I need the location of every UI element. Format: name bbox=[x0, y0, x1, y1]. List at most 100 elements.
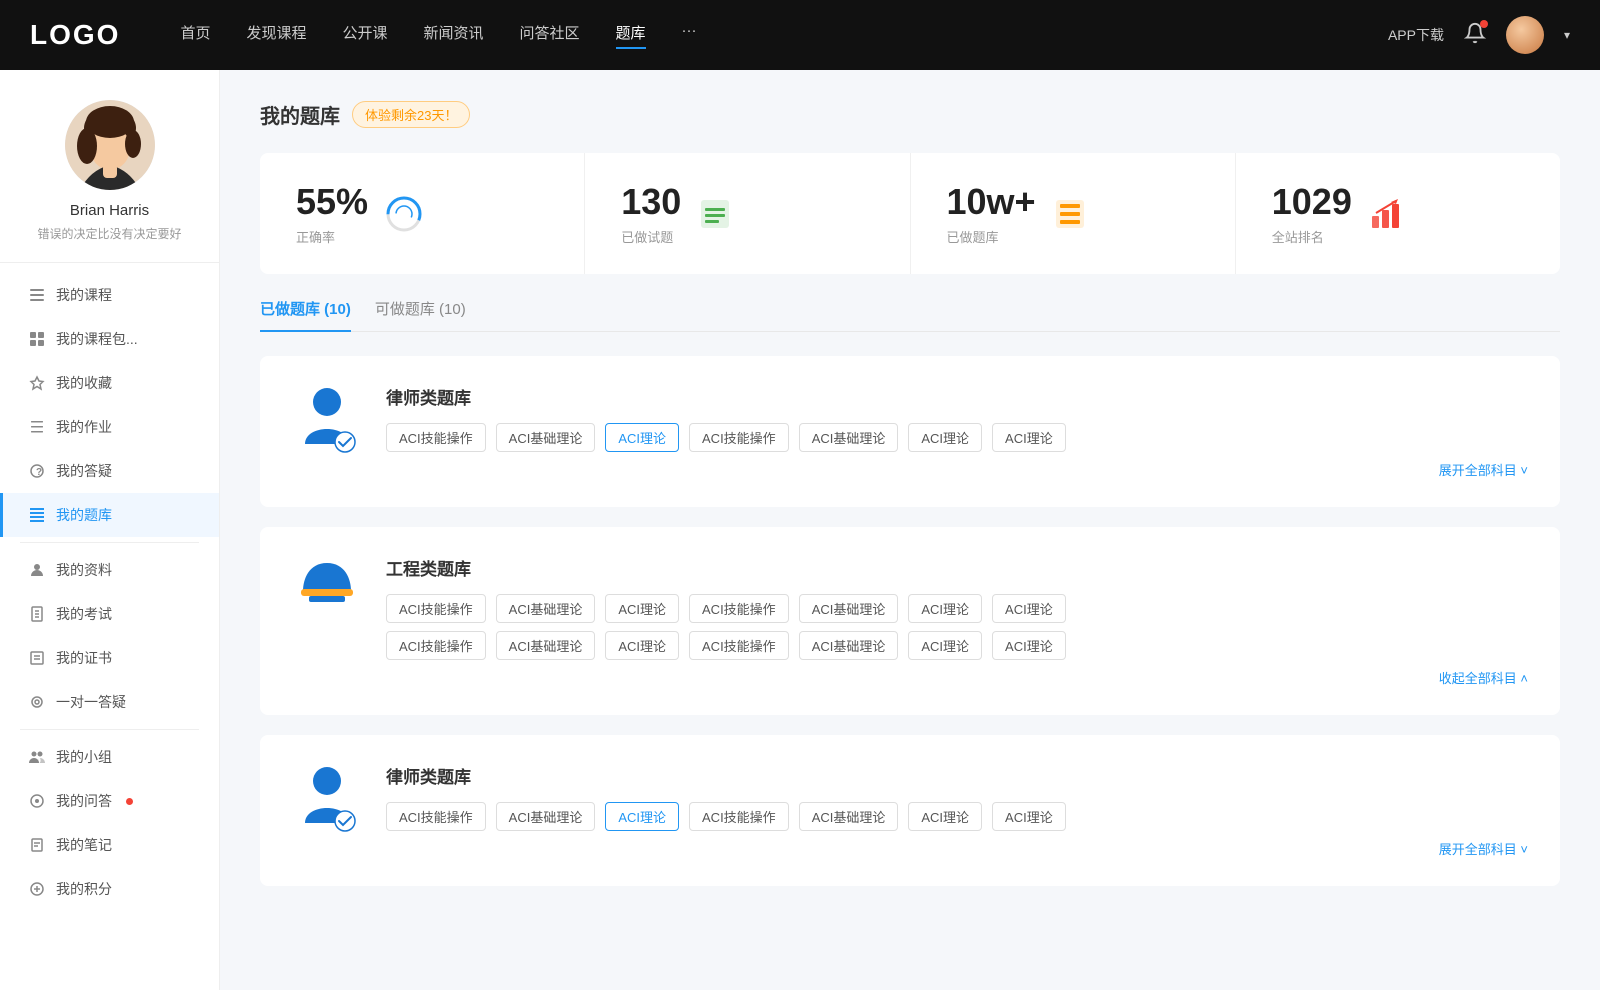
user-avatar[interactable] bbox=[1506, 16, 1544, 54]
sidebar-divider-1 bbox=[20, 542, 199, 543]
qbank-body-1: 律师类题库 ACI技能操作 ACI基础理论 ACI理论 ACI技能操作 ACI基… bbox=[386, 384, 1528, 479]
tag-1-6[interactable]: ACI理论 bbox=[992, 423, 1066, 452]
user-menu-chevron[interactable]: ▾ bbox=[1564, 28, 1570, 42]
sidebar-item-favorites[interactable]: 我的收藏 bbox=[0, 361, 219, 405]
sidebar-item-oneonone[interactable]: 一对一答疑 bbox=[0, 680, 219, 724]
qbank-title-3: 律师类题库 bbox=[386, 763, 1528, 788]
tag-3-1[interactable]: ACI基础理论 bbox=[496, 802, 596, 831]
tag-1-5[interactable]: ACI理论 bbox=[908, 423, 982, 452]
tag-1-0[interactable]: ACI技能操作 bbox=[386, 423, 486, 452]
sidebar-profile-label: 我的资料 bbox=[56, 560, 112, 580]
banks-done-icon bbox=[1052, 196, 1088, 232]
nav-qa[interactable]: 问答社区 bbox=[520, 22, 580, 49]
qbank-card-1: 律师类题库 ACI技能操作 ACI基础理论 ACI理论 ACI技能操作 ACI基… bbox=[260, 356, 1560, 507]
tag-2-r2-4[interactable]: ACI基础理论 bbox=[799, 631, 899, 660]
stat-accuracy-label: 正确率 bbox=[296, 227, 368, 246]
expand-link-3[interactable]: 展开全部科目 ˅ bbox=[386, 839, 1528, 858]
tab-done[interactable]: 已做题库 (10) bbox=[260, 298, 351, 331]
sidebar-item-qbank[interactable]: 我的题库 bbox=[0, 493, 219, 537]
qbank-card-2: 工程类题库 ACI技能操作 ACI基础理论 ACI理论 ACI技能操作 ACI基… bbox=[260, 527, 1560, 715]
stat-accuracy-content: 55% 正确率 bbox=[296, 181, 368, 246]
stat-ranking-label: 全站排名 bbox=[1272, 227, 1352, 246]
tab-available[interactable]: 可做题库 (10) bbox=[375, 298, 466, 331]
notification-dot bbox=[1480, 20, 1488, 28]
sidebar-exam-label: 我的考试 bbox=[56, 604, 112, 624]
tag-2-r1-5[interactable]: ACI理论 bbox=[908, 594, 982, 623]
stat-questions-done-label: 已做试题 bbox=[621, 227, 681, 246]
logo: LOGO bbox=[30, 19, 120, 51]
tag-3-2[interactable]: ACI理论 bbox=[605, 802, 679, 831]
tag-2-r1-1[interactable]: ACI基础理论 bbox=[496, 594, 596, 623]
main-layout: Brian Harris 错误的决定比没有决定要好 我的课程 我的课程包... bbox=[0, 70, 1600, 990]
nav-qbank[interactable]: 题库 bbox=[616, 22, 646, 49]
sidebar-item-myq[interactable]: 我的问答 bbox=[0, 779, 219, 823]
nav-discover[interactable]: 发现课程 bbox=[246, 22, 306, 49]
stat-banks-done: 10w+ 已做题库 bbox=[911, 153, 1236, 274]
tag-2-r2-1[interactable]: ACI基础理论 bbox=[496, 631, 596, 660]
sidebar-item-cert[interactable]: 我的证书 bbox=[0, 636, 219, 680]
tag-1-2[interactable]: ACI理论 bbox=[605, 423, 679, 452]
sidebar-item-courses[interactable]: 我的课程 bbox=[0, 273, 219, 317]
sidebar-item-points[interactable]: 我的积分 bbox=[0, 867, 219, 911]
stat-questions-done-content: 130 已做试题 bbox=[621, 181, 681, 246]
helmet-icon-svg bbox=[295, 555, 360, 625]
nav-opencourse[interactable]: 公开课 bbox=[342, 22, 387, 49]
stat-ranking-value: 1029 bbox=[1272, 181, 1352, 223]
sidebar-homework-label: 我的作业 bbox=[56, 417, 112, 437]
qbank-card-3: 律师类题库 ACI技能操作 ACI基础理论 ACI理论 ACI技能操作 ACI基… bbox=[260, 735, 1560, 886]
course-pkg-icon bbox=[28, 330, 46, 348]
oneonone-icon bbox=[28, 693, 46, 711]
qbank-tags-1: ACI技能操作 ACI基础理论 ACI理论 ACI技能操作 ACI基础理论 AC… bbox=[386, 423, 1528, 452]
tag-3-0[interactable]: ACI技能操作 bbox=[386, 802, 486, 831]
qbank-title-2: 工程类题库 bbox=[386, 555, 1528, 580]
sidebar-group-label: 我的小组 bbox=[56, 747, 112, 767]
nav-more[interactable]: ··· bbox=[682, 22, 697, 49]
nav-home[interactable]: 首页 bbox=[180, 22, 210, 49]
tag-2-r1-2[interactable]: ACI理论 bbox=[605, 594, 679, 623]
tag-3-3[interactable]: ACI技能操作 bbox=[689, 802, 789, 831]
tag-2-r1-4[interactable]: ACI基础理论 bbox=[799, 594, 899, 623]
tag-1-4[interactable]: ACI基础理论 bbox=[799, 423, 899, 452]
trial-badge: 体验剩余23天！ bbox=[352, 101, 470, 128]
tag-1-3[interactable]: ACI技能操作 bbox=[689, 423, 789, 452]
sidebar: Brian Harris 错误的决定比没有决定要好 我的课程 我的课程包... bbox=[0, 70, 220, 990]
tag-2-r2-0[interactable]: ACI技能操作 bbox=[386, 631, 486, 660]
tag-2-r2-2[interactable]: ACI理论 bbox=[605, 631, 679, 660]
nav-news[interactable]: 新闻资讯 bbox=[424, 22, 484, 49]
sidebar-menu: 我的课程 我的课程包... 我的收藏 我的作业 bbox=[0, 263, 219, 921]
collapse-link-2[interactable]: 收起全部科目 ˄ bbox=[386, 668, 1528, 687]
tag-3-5[interactable]: ACI理论 bbox=[908, 802, 982, 831]
sidebar-item-course-pkg[interactable]: 我的课程包... bbox=[0, 317, 219, 361]
stats-row: 55% 正确率 130 已做试题 bbox=[260, 153, 1560, 274]
homework-icon bbox=[28, 418, 46, 436]
accuracy-pie-chart bbox=[384, 194, 424, 234]
stat-banks-done-label: 已做题库 bbox=[947, 227, 1036, 246]
qbank-icon bbox=[28, 506, 46, 524]
sidebar-qbank-label: 我的题库 bbox=[56, 505, 112, 525]
tabs-row: 已做题库 (10) 可做题库 (10) bbox=[260, 298, 1560, 332]
profile-name: Brian Harris bbox=[70, 202, 149, 219]
tag-3-4[interactable]: ACI基础理论 bbox=[799, 802, 899, 831]
app-download-button[interactable]: APP下载 bbox=[1388, 25, 1444, 45]
tag-1-1[interactable]: ACI基础理论 bbox=[496, 423, 596, 452]
sidebar-item-qa[interactable]: ? 我的答疑 bbox=[0, 449, 219, 493]
tag-2-r1-6[interactable]: ACI理论 bbox=[992, 594, 1066, 623]
expand-link-1[interactable]: 展开全部科目 ˅ bbox=[386, 460, 1528, 479]
sidebar-item-group[interactable]: 我的小组 bbox=[0, 735, 219, 779]
exam-icon bbox=[28, 605, 46, 623]
sidebar-item-notes[interactable]: 我的笔记 bbox=[0, 823, 219, 867]
tag-2-r2-3[interactable]: ACI技能操作 bbox=[689, 631, 789, 660]
sidebar-item-homework[interactable]: 我的作业 bbox=[0, 405, 219, 449]
tag-2-r2-5[interactable]: ACI理论 bbox=[908, 631, 982, 660]
tag-2-r2-6[interactable]: ACI理论 bbox=[992, 631, 1066, 660]
notification-bell[interactable] bbox=[1464, 22, 1486, 49]
lawyer-icon-svg-2 bbox=[295, 763, 360, 833]
sidebar-cert-label: 我的证书 bbox=[56, 648, 112, 668]
profile-avatar bbox=[65, 100, 155, 190]
sidebar-item-profile[interactable]: 我的资料 bbox=[0, 548, 219, 592]
tag-2-r1-0[interactable]: ACI技能操作 bbox=[386, 594, 486, 623]
tag-2-r1-3[interactable]: ACI技能操作 bbox=[689, 594, 789, 623]
sidebar-item-exam[interactable]: 我的考试 bbox=[0, 592, 219, 636]
tag-3-6[interactable]: ACI理论 bbox=[992, 802, 1066, 831]
page-title: 我的题库 bbox=[260, 100, 340, 129]
